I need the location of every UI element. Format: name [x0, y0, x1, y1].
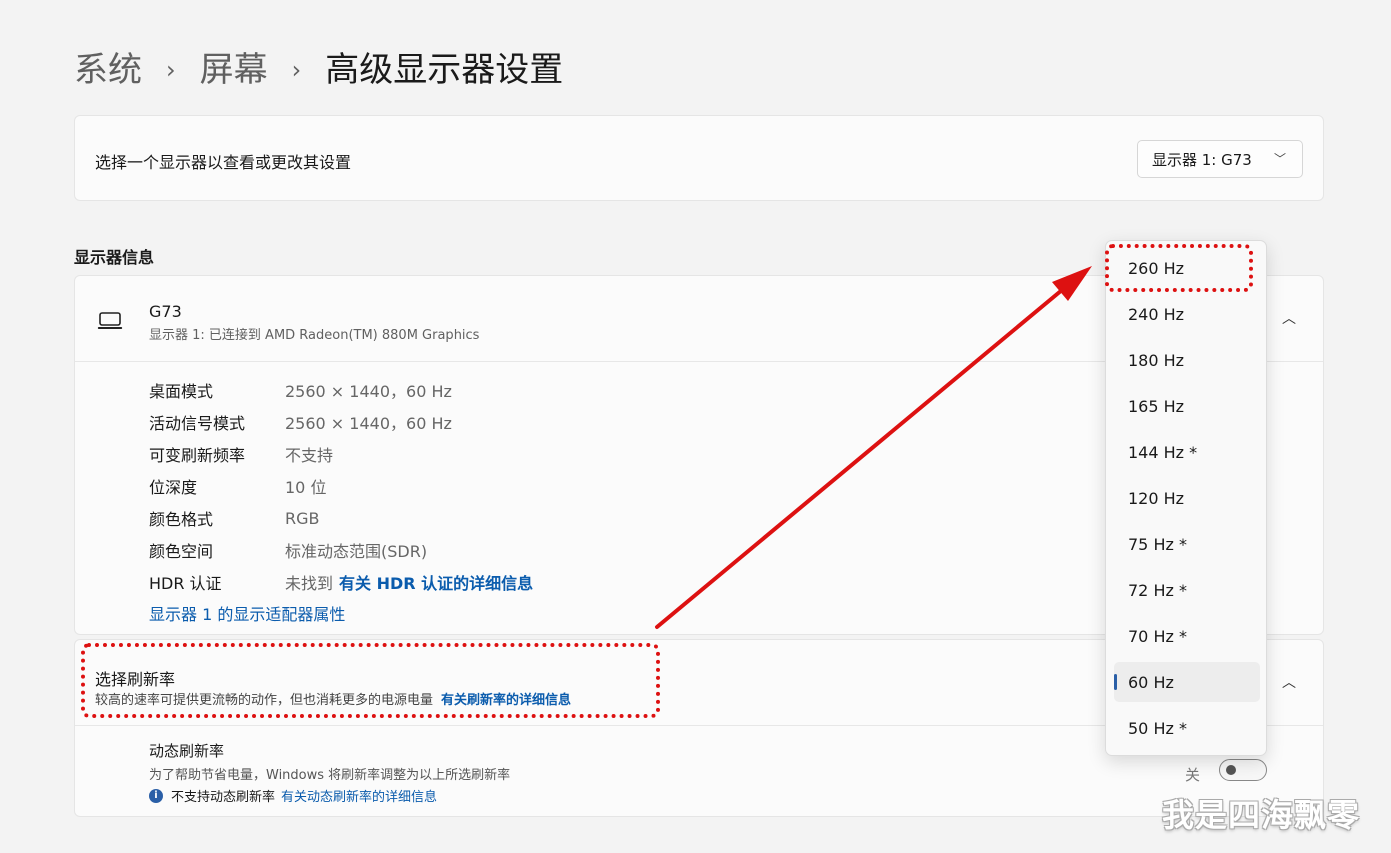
annotation-arrow-icon	[655, 266, 1092, 629]
watermark: 我是四海飘零	[1162, 796, 1361, 834]
